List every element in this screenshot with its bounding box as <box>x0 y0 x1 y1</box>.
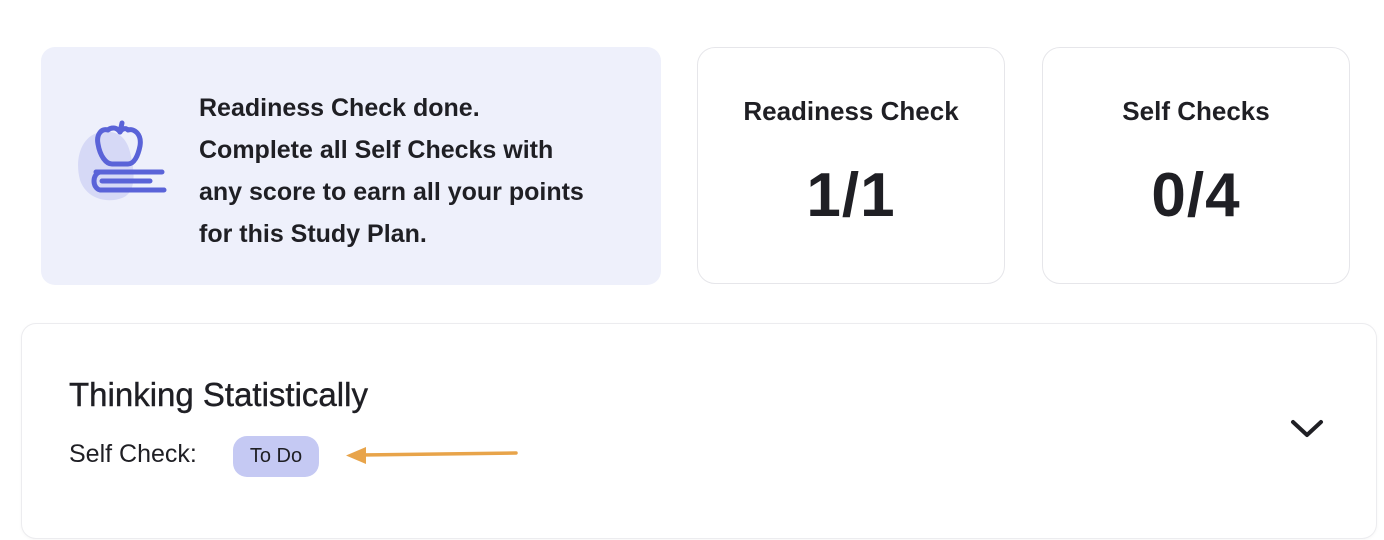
self-checks-count: 0/4 <box>1151 161 1241 230</box>
apple-on-book-icon <box>78 120 167 201</box>
arrow-left-icon <box>346 447 518 464</box>
status-badge: To Do <box>233 436 319 477</box>
info-message-line: any score to earn all your points <box>199 178 584 206</box>
readiness-check-title: Readiness Check <box>743 96 959 126</box>
info-message-line: Complete all Self Checks with <box>199 136 554 164</box>
self-checks-card: Self Checks 0/4 <box>1042 47 1350 284</box>
info-message-line: for this Study Plan. <box>199 220 427 248</box>
self-check-label: Self Check: <box>69 440 197 468</box>
info-message-line: Readiness Check done. <box>199 94 480 122</box>
study-section-card[interactable]: Thinking Statistically Self Check: To Do <box>22 324 1376 538</box>
self-checks-title: Self Checks <box>1122 96 1270 126</box>
chevron-down-icon[interactable] <box>1287 414 1327 442</box>
readiness-check-count: 1/1 <box>806 161 896 230</box>
info-message: Readiness Check done. Complete all Self … <box>199 87 649 255</box>
section-title: Thinking Statistically <box>69 376 368 413</box>
readiness-check-card: Readiness Check 1/1 <box>697 47 1005 284</box>
